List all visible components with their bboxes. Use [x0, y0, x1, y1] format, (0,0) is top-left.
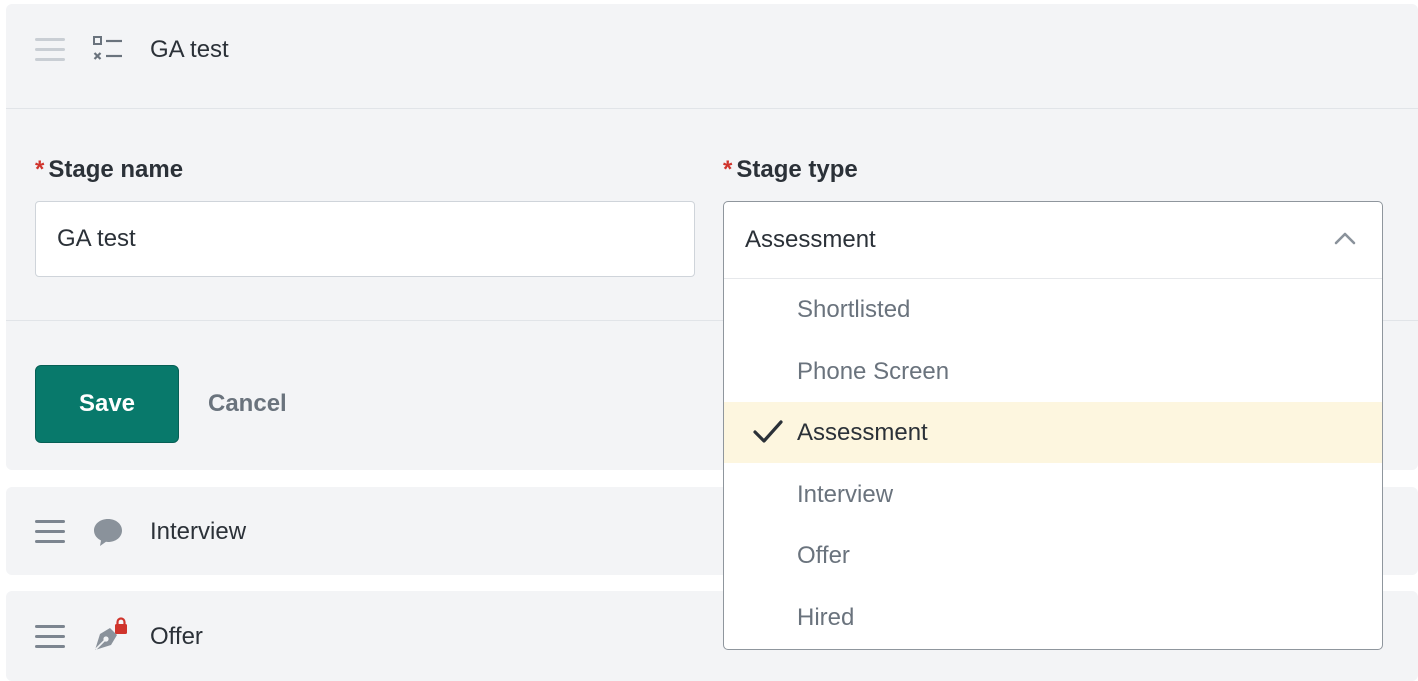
- stage-name-label-text: Stage name: [48, 156, 184, 183]
- option-label: Shortlisted: [797, 296, 911, 323]
- checklist-icon: [93, 36, 122, 60]
- option-assessment[interactable]: Assessment: [724, 402, 1382, 463]
- option-label: Phone Screen: [797, 358, 950, 385]
- save-button[interactable]: Save: [35, 365, 179, 443]
- stage-title: GA test: [150, 36, 229, 63]
- option-hired[interactable]: Hired: [724, 587, 1382, 648]
- option-phone-screen[interactable]: Phone Screen: [724, 341, 1382, 402]
- checkmark-icon: [753, 420, 783, 443]
- option-label: Offer: [797, 542, 850, 569]
- stage-name-input[interactable]: [35, 201, 695, 277]
- required-asterisk: *: [35, 156, 45, 183]
- divider: [6, 108, 1418, 109]
- stage-type-label-text: Stage type: [736, 156, 858, 183]
- select-value: Assessment: [745, 226, 876, 253]
- option-label: Interview: [797, 481, 894, 508]
- option-interview[interactable]: Interview: [724, 464, 1382, 525]
- stage-header: GA test: [6, 4, 1418, 108]
- required-asterisk: *: [723, 156, 733, 183]
- stage-type-select-control[interactable]: Assessment: [724, 202, 1382, 279]
- option-shortlisted[interactable]: Shortlisted: [724, 279, 1382, 340]
- cancel-button[interactable]: Cancel: [208, 365, 287, 443]
- stage-name-label: * Stage name: [35, 156, 183, 184]
- drag-handle-icon[interactable]: [35, 38, 65, 62]
- stage-title: Offer: [150, 623, 203, 650]
- drag-handle-icon[interactable]: [35, 625, 65, 649]
- chevron-up-icon[interactable]: [1334, 231, 1356, 245]
- drag-handle-icon[interactable]: [35, 520, 65, 544]
- stage-type-label: * Stage type: [723, 156, 858, 184]
- speech-bubble-icon: [94, 519, 122, 546]
- option-label: Hired: [797, 604, 855, 631]
- option-offer[interactable]: Offer: [724, 525, 1382, 586]
- pen-nib-locked-icon: [94, 617, 127, 651]
- stage-type-select[interactable]: Assessment Shortlisted Phone Screen Asse…: [723, 201, 1383, 650]
- option-label: Assessment: [797, 419, 928, 446]
- stage-title: Interview: [150, 518, 247, 545]
